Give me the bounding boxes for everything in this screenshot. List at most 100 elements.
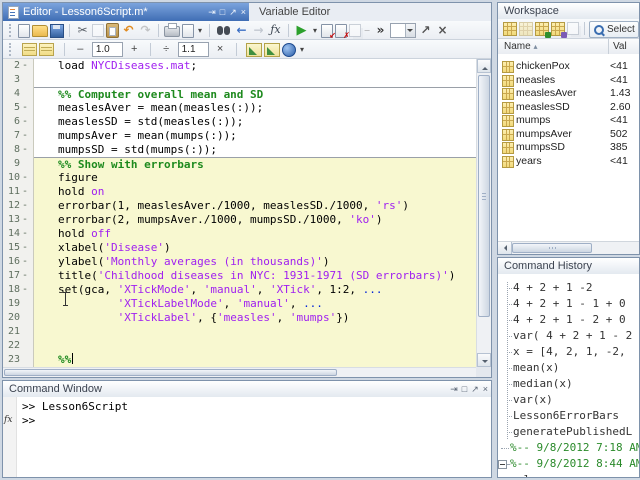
scrollbar-thumb[interactable]: [512, 243, 592, 253]
history-command[interactable]: var(x): [498, 392, 639, 408]
history-session-timestamp[interactable]: %-- 9/8/2012 8:44 AM: [498, 456, 639, 472]
code-line[interactable]: 8- mumpsSD = std(mumps(:));: [3, 143, 476, 157]
history-command[interactable]: x = [4, 2, 1, -2,: [498, 344, 639, 360]
insert-cell-break-icon[interactable]: [22, 43, 38, 56]
fx-icon[interactable]: fx: [4, 414, 12, 426]
line-number-gutter[interactable]: 19: [3, 297, 34, 311]
history-command[interactable]: mean(x): [498, 360, 639, 376]
workspace-horizontal-scrollbar[interactable]: [498, 241, 639, 254]
new-script-icon[interactable]: [18, 24, 30, 38]
code-line[interactable]: 21: [3, 325, 476, 339]
command-prompt[interactable]: >>: [22, 414, 489, 428]
code-line[interactable]: 12- errorbar(1, measlesAver./1000, measle…: [3, 199, 476, 213]
save-icon[interactable]: [50, 24, 64, 38]
toolbar-grip[interactable]: [9, 43, 13, 56]
code-line[interactable]: 9 %% Show with errorbars: [3, 157, 476, 171]
line-number-gutter[interactable]: 14-: [3, 227, 34, 241]
collapse-toolbar-icon[interactable]: −: [363, 23, 371, 37]
code-line[interactable]: 11- hold on: [3, 185, 476, 199]
code-line[interactable]: 20 'XTickLabel', {'measles', 'mumps'}): [3, 311, 476, 325]
code-line[interactable]: 15- xlabel('Disease'): [3, 241, 476, 255]
increment-value-button[interactable]: +: [129, 40, 139, 59]
code-line[interactable]: 19 'XTickLabelMode', 'manual', ...: [3, 297, 476, 311]
next-cell-icon[interactable]: [39, 43, 55, 56]
copy-icon[interactable]: [92, 24, 104, 37]
print-icon[interactable]: [164, 23, 180, 37]
workspace-titlebar[interactable]: Workspace: [498, 3, 639, 20]
command-echo[interactable]: >> Lesson6Script: [22, 400, 489, 414]
go-forward-icon[interactable]: →: [251, 23, 266, 37]
history-command[interactable]: clc: [498, 472, 639, 477]
cut-icon[interactable]: ✂: [75, 23, 90, 37]
evaluate-cell-icon[interactable]: [245, 43, 262, 57]
workspace-variable-row[interactable]: mumpsAver 502: [498, 128, 639, 142]
history-command[interactable]: median(x): [498, 376, 639, 392]
undock-icon[interactable]: ↗: [418, 23, 433, 37]
code-line[interactable]: 16- ylabel('Monthly averages (in thousand…: [3, 255, 476, 269]
code-line[interactable]: 3: [3, 73, 476, 87]
insert-function-icon[interactable]: ƒx: [268, 23, 283, 37]
code-line[interactable]: 23%%: [3, 353, 476, 367]
history-command[interactable]: Lesson6ErrorBars: [498, 408, 639, 424]
code-line[interactable]: 14- hold off: [3, 227, 476, 241]
command-window-body[interactable]: fx >> Lesson6Script >>: [3, 397, 491, 477]
code-editor-area[interactable]: 2- load NYCDiseases.mat; 3 4%% Computer ove…: [3, 59, 476, 367]
close-icon[interactable]: ×: [241, 3, 246, 21]
line-number-gutter[interactable]: 18-: [3, 283, 34, 297]
new-variable-icon[interactable]: [503, 22, 517, 36]
toolbar-grip[interactable]: [9, 24, 13, 37]
run-dropdown-icon[interactable]: ▾: [311, 23, 319, 37]
code-line[interactable]: 2- load NYCDiseases.mat;: [3, 59, 476, 73]
code-line[interactable]: 17- title('Childhood diseases in NYC: 193…: [3, 269, 476, 283]
import-data-icon[interactable]: [535, 22, 551, 38]
evaluate-cell-advance-icon[interactable]: [263, 43, 280, 57]
workspace-variable-row[interactable]: mumps <41: [498, 114, 639, 128]
line-number-gutter[interactable]: 2-: [3, 59, 34, 73]
print-dropdown-icon[interactable]: ▾: [196, 23, 204, 37]
run-configurations-icon[interactable]: [349, 24, 361, 37]
editor-vertical-scrollbar[interactable]: [476, 59, 491, 367]
history-command[interactable]: 4 + 2 + 1 - 1 + 0: [498, 296, 639, 312]
line-number-gutter[interactable]: 6-: [3, 115, 34, 129]
line-number-gutter[interactable]: 5-: [3, 101, 34, 115]
command-window-output[interactable]: >> Lesson6Script >>: [22, 400, 489, 428]
undock-icon[interactable]: ↗: [471, 381, 479, 397]
value-column-header[interactable]: Val: [608, 39, 639, 54]
update-plot-icon[interactable]: [551, 22, 567, 38]
history-command[interactable]: var( 4 + 2 + 1 - 2: [498, 328, 639, 344]
go-back-icon[interactable]: ←: [234, 23, 249, 37]
decrement-value-button[interactable]: –: [75, 40, 85, 59]
code-line[interactable]: 10- figure: [3, 171, 476, 185]
open-selection-icon[interactable]: [519, 22, 533, 36]
paste-icon[interactable]: [106, 23, 119, 38]
code-line[interactable]: 5- measlesAver = mean(measles(:));: [3, 101, 476, 115]
redo-icon[interactable]: ↷: [138, 23, 153, 37]
open-file-icon[interactable]: [32, 25, 48, 37]
maximize-icon[interactable]: □: [220, 3, 225, 21]
overflow-chevron-icon[interactable]: »: [373, 23, 388, 37]
code-line[interactable]: 7- mumpsAver = mean(mumps(:));: [3, 129, 476, 143]
add-amount-field[interactable]: 1.0: [91, 42, 123, 57]
workspace-variable-row[interactable]: chickenPox <41: [498, 60, 639, 74]
undo-icon[interactable]: ↶: [121, 23, 136, 37]
close-icon[interactable]: ×: [435, 23, 450, 37]
code-line[interactable]: 4 %% Computer overall mean and SD: [3, 87, 476, 101]
document-combo-box[interactable]: [390, 23, 416, 38]
close-icon[interactable]: ×: [483, 381, 488, 397]
save-and-run-icon[interactable]: ↙: [321, 24, 336, 40]
workspace-variable-row[interactable]: mumpsSD 385: [498, 141, 639, 155]
find-icon[interactable]: [215, 23, 232, 37]
workspace-variable-row[interactable]: measles <41: [498, 74, 639, 88]
line-number-gutter[interactable]: 17-: [3, 269, 34, 283]
line-number-gutter[interactable]: 20: [3, 311, 34, 325]
history-session-timestamp[interactable]: %-- 9/8/2012 7:18 AM: [498, 440, 639, 456]
dock-icon[interactable]: ⇥: [208, 3, 216, 21]
delete-variable-icon[interactable]: [567, 22, 579, 35]
dock-icon[interactable]: ⇥: [450, 381, 458, 397]
line-number-gutter[interactable]: 23: [3, 353, 34, 367]
history-command[interactable]: generatePublishedL: [498, 424, 639, 440]
print-preview-icon[interactable]: [182, 24, 194, 38]
line-number-gutter[interactable]: 8-: [3, 143, 34, 157]
editor-horizontal-scrollbar[interactable]: [3, 367, 476, 377]
line-number-gutter[interactable]: 15-: [3, 241, 34, 255]
